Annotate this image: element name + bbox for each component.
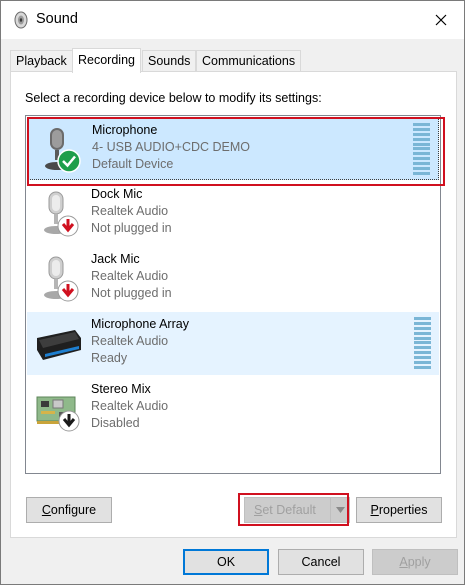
cancel-label: Cancel [301,555,341,569]
configure-label: Configure [41,503,97,517]
level-meter [414,317,431,369]
microphone-icon [45,128,81,173]
device-name: Microphone [92,123,158,137]
close-icon [435,14,447,26]
device-name: Jack Mic [91,252,140,266]
device-status: Disabled [91,416,140,430]
microphone-icon [44,256,79,302]
tab-communications[interactable]: Communications [196,50,302,72]
properties-label: Properties [370,503,428,517]
recording-panel: Select a recording device below to modif… [10,71,457,538]
device-description: Realtek Audio [91,269,169,283]
device-item-microphone-array[interactable]: Microphone Array Realtek Audio Ready [27,312,439,375]
device-description: Realtek Audio [91,204,169,218]
tab-playback[interactable]: Playback [10,50,73,72]
device-status: Not plugged in [91,286,172,300]
instruction-text: Select a recording device below to modif… [25,91,322,105]
ok-label: OK [216,555,236,569]
window-title: Sound [36,11,78,27]
device-name: Microphone Array [91,317,189,331]
ok-button[interactable]: OK [183,549,269,575]
device-status: Ready [91,351,128,365]
level-meter [413,123,430,175]
apply-label: Apply [399,555,431,569]
speaker-icon [14,11,28,29]
configure-button[interactable]: Configure [26,497,112,523]
set-default-button[interactable]: Set Default [244,497,350,523]
sound-dialog: Sound Playback Recording Sounds Communic… [0,0,465,585]
title-bar[interactable]: Sound [1,1,464,39]
apply-button[interactable]: Apply [372,549,458,575]
circuit-board-icon [36,396,80,432]
device-item-microphone[interactable]: Microphone 4- USB AUDIO+CDC DEMO Default… [27,117,439,180]
device-status: Not plugged in [91,221,172,235]
device-item-dock-mic[interactable]: Dock Mic Realtek Audio Not plugged in [27,182,439,245]
green-check-badge [57,149,81,173]
tab-sounds[interactable]: Sounds [142,50,197,72]
properties-button[interactable]: Properties [356,497,442,523]
device-item-jack-mic[interactable]: Jack Mic Realtek Audio Not plugged in [27,247,439,310]
tab-recording[interactable]: Recording [72,48,141,73]
device-name: Dock Mic [91,187,143,201]
red-down-arrow-badge [57,215,79,237]
device-item-stereo-mix[interactable]: Stereo Mix Realtek Audio Disabled [27,377,439,440]
chevron-down-icon[interactable] [330,498,349,522]
device-status: Default Device [92,157,174,171]
device-list[interactable]: Microphone 4- USB AUDIO+CDC DEMO Default… [25,115,441,474]
red-down-arrow-badge [57,280,79,302]
close-button[interactable] [418,1,464,39]
device-description: 4- USB AUDIO+CDC DEMO [92,140,251,154]
microphone-icon [44,191,79,237]
set-default-label: Set Default [254,503,316,517]
device-name: Stereo Mix [91,382,151,396]
black-down-arrow-badge [58,410,80,432]
microphone-array-icon [37,330,81,360]
cancel-button[interactable]: Cancel [278,549,364,575]
device-description: Realtek Audio [91,334,169,348]
device-description: Realtek Audio [91,399,169,413]
